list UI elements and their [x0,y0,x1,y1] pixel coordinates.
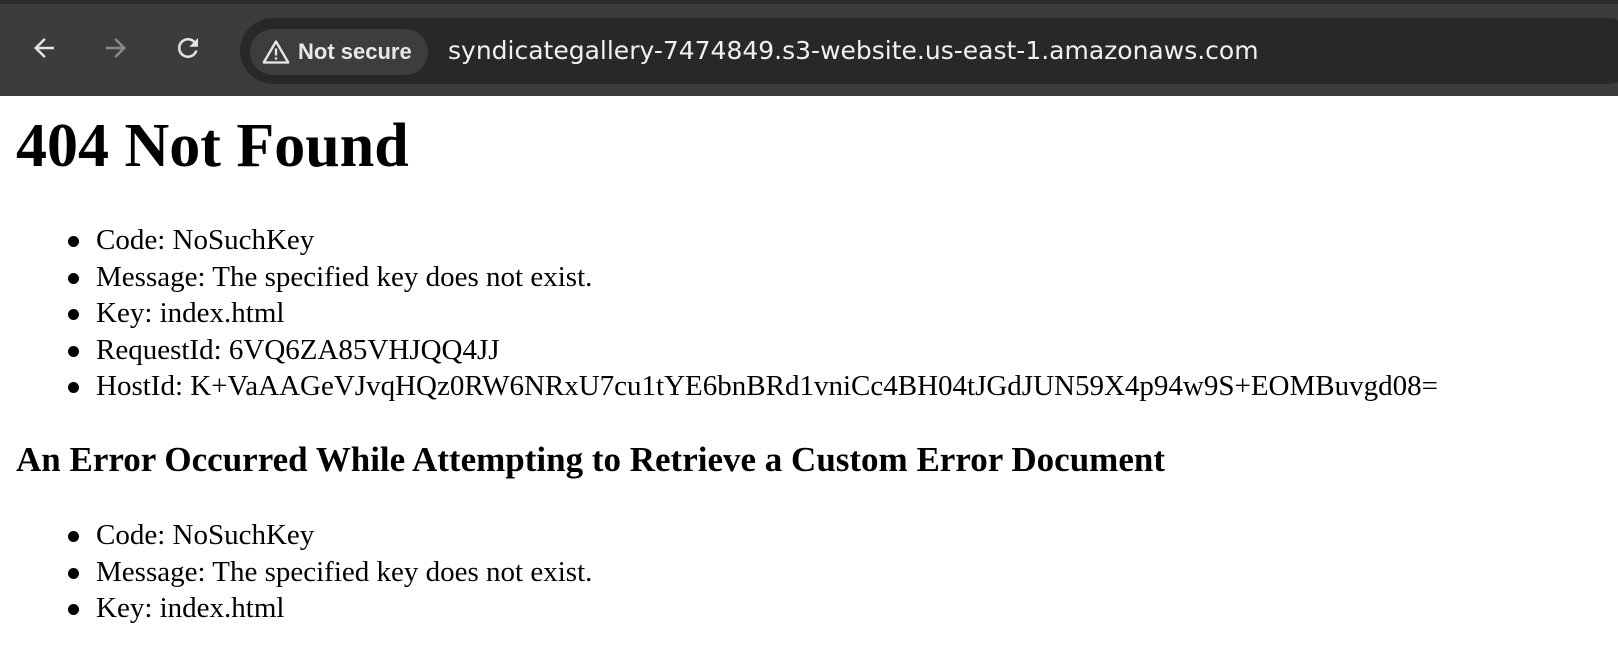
error-details-list: Code: NoSuchKey Message: The specified k… [0,222,1438,405]
list-item: RequestId: 6VQ6ZA85VHJQQ4JJ [0,332,1438,369]
custom-error-details-list: Code: NoSuchKey Message: The specified k… [0,517,592,627]
reload-icon [178,38,198,58]
page-title: 404 Not Found [16,112,409,180]
list-item: Key: index.html [0,295,1438,332]
list-item: Message: The specified key does not exis… [0,554,592,591]
list-item: Code: NoSuchKey [0,517,592,554]
arrow-right-icon [106,38,126,58]
security-label: Not secure [298,39,412,64]
arrow-left-icon [34,38,54,58]
security-indicator[interactable]: Not secure [250,29,428,75]
url-text[interactable]: syndicategallery-7474849.s3-website.us-e… [448,34,1259,68]
custom-error-heading: An Error Occurred While Attempting to Re… [16,440,1165,479]
warning-triangle-icon [262,40,290,64]
forward-button[interactable] [94,26,138,70]
reload-button[interactable] [166,26,210,70]
list-item: Message: The specified key does not exis… [0,259,1438,296]
list-item: Key: index.html [0,590,592,627]
back-button[interactable] [22,26,66,70]
browser-toolbar: Not secure syndicategallery-7474849.s3-w… [0,0,1618,96]
address-bar[interactable]: Not secure syndicategallery-7474849.s3-w… [240,18,1618,84]
page-content: 404 Not Found Code: NoSuchKey Message: T… [0,96,1618,664]
list-item: HostId: K+VaAAGeVJvqHQz0RW6NRxU7cu1tYE6b… [0,368,1438,405]
list-item: Code: NoSuchKey [0,222,1438,259]
